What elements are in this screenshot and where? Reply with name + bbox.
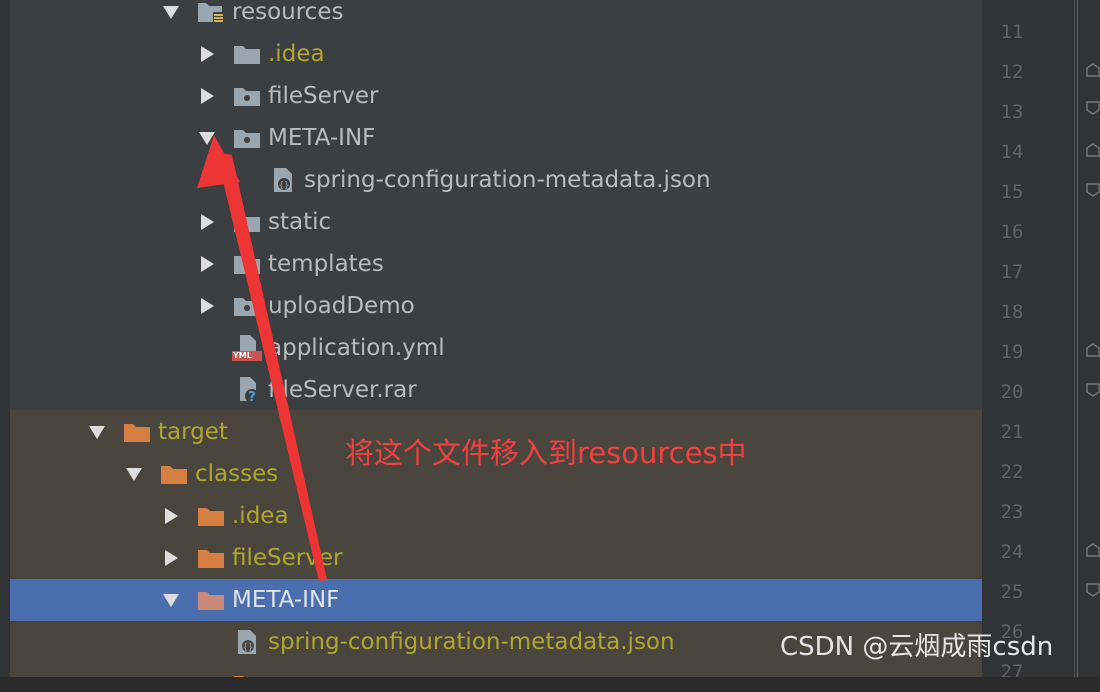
yml-badge-text: YML: [233, 351, 252, 360]
folder-icon: [232, 250, 262, 278]
tree-item-fileserver-rar[interactable]: ? fileServer.rar: [10, 369, 982, 411]
line-number: 12: [1000, 61, 1024, 83]
tree-item-label: fileServer: [268, 83, 379, 109]
tree-item-target-fileserver[interactable]: fileServer: [10, 537, 982, 579]
expand-arrow-icon[interactable]: [160, 589, 182, 611]
json-file-icon: {}: [232, 628, 262, 656]
fold-marker-icon[interactable]: [1086, 382, 1100, 397]
resources-folder-icon: [196, 0, 226, 26]
tree-item-label: META-INF: [268, 125, 376, 151]
tool-window-strip: [0, 0, 10, 692]
expand-arrow-icon[interactable]: [86, 421, 108, 443]
excluded-folder-icon: [196, 502, 226, 530]
excluded-folder-icon: [196, 586, 226, 614]
line-number: 20: [1000, 381, 1024, 403]
excluded-folder-icon: [122, 418, 152, 446]
line-number: 15: [1000, 181, 1024, 203]
tree-item-resources[interactable]: resources: [10, 0, 982, 33]
folder-icon: [232, 40, 262, 68]
expand-arrow-icon[interactable]: [196, 85, 218, 107]
tree-item-uploaddemo[interactable]: uploadDemo: [10, 285, 982, 327]
fold-marker-icon[interactable]: [1086, 542, 1100, 557]
gutter-divider: [1074, 0, 1075, 692]
line-number: 18: [1000, 301, 1024, 323]
line-number: 17: [1000, 261, 1024, 283]
tree-item-label: .idea: [268, 41, 325, 67]
tree-item-label: fileServer.rar: [268, 377, 417, 403]
tree-item-target-idea[interactable]: .idea: [10, 495, 982, 537]
excluded-folder-icon: [196, 544, 226, 572]
tree-item-label: classes: [195, 461, 279, 487]
svg-text:{}: {}: [243, 643, 254, 653]
line-number: 21: [1000, 421, 1024, 443]
line-number: 25: [1000, 581, 1024, 603]
folder-icon: [232, 208, 262, 236]
excluded-folder-icon: [159, 460, 189, 488]
tree-item-label: templates: [268, 251, 384, 277]
line-number: 23: [1000, 501, 1024, 523]
line-number: 14: [1000, 141, 1024, 163]
fold-marker-icon[interactable]: [1086, 582, 1100, 597]
tree-item-idea[interactable]: .idea: [10, 33, 982, 75]
tree-item-static[interactable]: static: [10, 201, 982, 243]
tree-item-meta-inf[interactable]: META-INF: [10, 117, 982, 159]
yml-file-icon: YML: [232, 334, 262, 362]
tree-item-label: uploadDemo: [268, 293, 415, 319]
tree-item-templates[interactable]: templates: [10, 243, 982, 285]
tree-item-application-yml[interactable]: YML application.yml: [10, 327, 982, 369]
svg-text:{}: {}: [279, 181, 290, 191]
tree-item-label: spring-configuration-metadata.json: [268, 629, 675, 655]
fold-marker-icon[interactable]: [1086, 62, 1100, 77]
expand-arrow-icon[interactable]: [196, 253, 218, 275]
package-folder-icon: [232, 82, 262, 110]
watermark: CSDN @云烟成雨csdn: [780, 632, 1054, 662]
line-number: 22: [1000, 461, 1024, 483]
gutter-edge: [1077, 0, 1078, 692]
expand-arrow-icon[interactable]: [123, 463, 145, 485]
package-folder-icon: [232, 292, 262, 320]
line-number: 11: [1000, 21, 1024, 43]
annotation-text: 将这个文件移入到resources中: [345, 436, 747, 470]
expand-arrow-icon[interactable]: [160, 547, 182, 569]
line-number: 13: [1000, 101, 1024, 123]
expand-arrow-icon[interactable]: [196, 127, 218, 149]
unknown-file-icon: ?: [232, 376, 262, 404]
expand-arrow-icon[interactable]: [196, 211, 218, 233]
expand-arrow-icon[interactable]: [196, 295, 218, 317]
svg-text:?: ?: [248, 390, 256, 404]
tree-item-label: spring-configuration-metadata.json: [304, 167, 711, 193]
fold-marker-icon[interactable]: [1086, 100, 1100, 115]
line-number: 16: [1000, 221, 1024, 243]
tree-item-label: .idea: [232, 503, 289, 529]
status-bar: [0, 677, 1100, 692]
editor-gutter: 11 12 13 14 15 16 17 18 19 20 21 22 23 24 25 26 27: [982, 0, 1100, 692]
tree-item-spring-json[interactable]: {} spring-configuration-metadata.json: [10, 159, 982, 201]
line-number: 19: [1000, 341, 1024, 363]
tree-item-fileserver[interactable]: fileServer: [10, 75, 982, 117]
tree-item-label: application.yml: [268, 335, 445, 361]
fold-marker-icon[interactable]: [1086, 342, 1100, 357]
tree-item-label: resources: [232, 0, 344, 25]
tree-item-label: static: [268, 209, 332, 235]
package-folder-icon: [232, 124, 262, 152]
line-number: 24: [1000, 541, 1024, 563]
project-tree: resources .idea fileServer META-INF {} s…: [0, 0, 982, 692]
tree-item-label: META-INF: [232, 587, 340, 613]
tree-item-label: fileServer: [232, 545, 343, 571]
tree-item-label: target: [158, 419, 228, 445]
tree-item-target-meta-inf[interactable]: META-INF: [10, 579, 982, 621]
expand-arrow-icon[interactable]: [160, 505, 182, 527]
expand-arrow-icon[interactable]: [160, 1, 182, 23]
fold-marker-icon[interactable]: [1086, 182, 1100, 197]
json-file-icon: {}: [268, 166, 298, 194]
expand-arrow-icon[interactable]: [196, 43, 218, 65]
fold-marker-icon[interactable]: [1086, 142, 1100, 157]
